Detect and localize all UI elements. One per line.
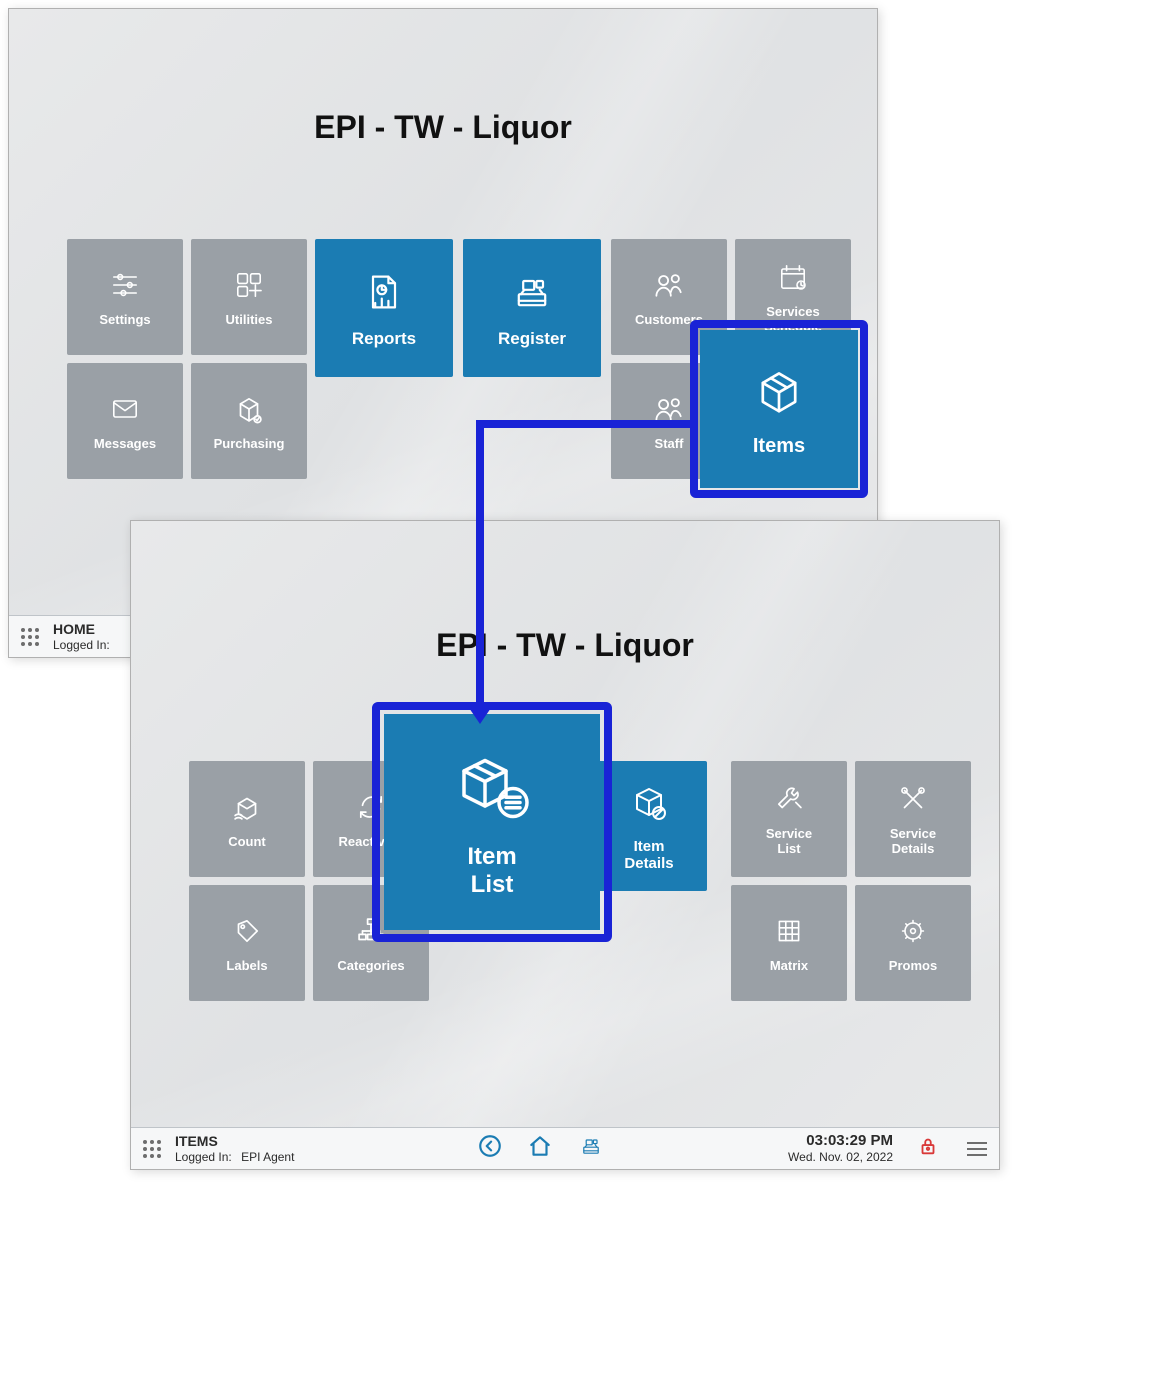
- arrow-head-icon: [465, 702, 495, 724]
- tile-reports[interactable]: Reports: [315, 239, 453, 377]
- clock: 03:03:29 PM Wed. Nov. 02, 2022: [788, 1132, 893, 1164]
- tile-service-details[interactable]: Service Details: [855, 761, 971, 877]
- tile-register[interactable]: Register: [463, 239, 601, 377]
- label-icon: [224, 913, 270, 949]
- statusbar-title: HOME: [53, 621, 110, 638]
- app-title: EPI - TW - Liquor: [9, 109, 877, 146]
- purchasing-icon: [226, 391, 272, 427]
- promos-icon: [890, 913, 936, 949]
- statusbar-title-block: HOME Logged In:: [53, 621, 110, 652]
- tile-items[interactable]: Items: [700, 330, 858, 488]
- statusbar-logged-in-label: Logged In:: [53, 638, 110, 652]
- statusbar-title: ITEMS: [175, 1133, 294, 1150]
- tile-utilities[interactable]: Utilities: [191, 239, 307, 355]
- tile-labels[interactable]: Labels: [189, 885, 305, 1001]
- tile-purchasing[interactable]: Purchasing: [191, 363, 307, 479]
- tile-messages[interactable]: Messages: [67, 363, 183, 479]
- annotation-arrow: [476, 420, 694, 428]
- statusbar-items: ITEMS Logged In: EPI Agent 03:03:29 PM W…: [131, 1127, 999, 1169]
- box-icon: [744, 361, 814, 421]
- tool-cross-icon: [890, 781, 936, 817]
- tile-service-list[interactable]: Service List: [731, 761, 847, 877]
- register-icon: [502, 267, 562, 317]
- register-button[interactable]: [577, 1134, 605, 1163]
- grip-icon[interactable]: [143, 1140, 161, 1158]
- calendar-icon: [770, 259, 816, 295]
- home-button[interactable]: [527, 1133, 553, 1164]
- app-title: EPI - TW - Liquor: [131, 627, 999, 664]
- settings-icon: [102, 267, 148, 303]
- count-icon: [224, 789, 270, 825]
- clock-date: Wed. Nov. 02, 2022: [788, 1150, 893, 1164]
- utilities-icon: [226, 267, 272, 303]
- box-list-icon: [442, 745, 542, 825]
- tools-icon: [766, 781, 812, 817]
- lock-button[interactable]: [917, 1135, 939, 1162]
- clock-time: 03:03:29 PM: [788, 1132, 893, 1150]
- tile-count[interactable]: Count: [189, 761, 305, 877]
- tile-settings[interactable]: Settings: [67, 239, 183, 355]
- grip-icon[interactable]: [21, 628, 39, 646]
- statusbar-title-block: ITEMS Logged In: EPI Agent: [175, 1133, 294, 1164]
- statusbar-logged-in: Logged In: EPI Agent: [175, 1150, 294, 1164]
- tile-matrix[interactable]: Matrix: [731, 885, 847, 1001]
- tile-promos[interactable]: Promos: [855, 885, 971, 1001]
- reports-icon: [354, 267, 414, 317]
- matrix-icon: [766, 913, 812, 949]
- messages-icon: [102, 391, 148, 427]
- tile-item-details[interactable]: Item Details: [591, 761, 707, 891]
- customers-icon: [646, 267, 692, 303]
- hamburger-menu-button[interactable]: [967, 1142, 987, 1156]
- annotation-arrow: [476, 428, 484, 706]
- tile-item-list[interactable]: Item List: [384, 714, 600, 930]
- back-button[interactable]: [477, 1133, 503, 1164]
- box-block-icon: [621, 780, 677, 826]
